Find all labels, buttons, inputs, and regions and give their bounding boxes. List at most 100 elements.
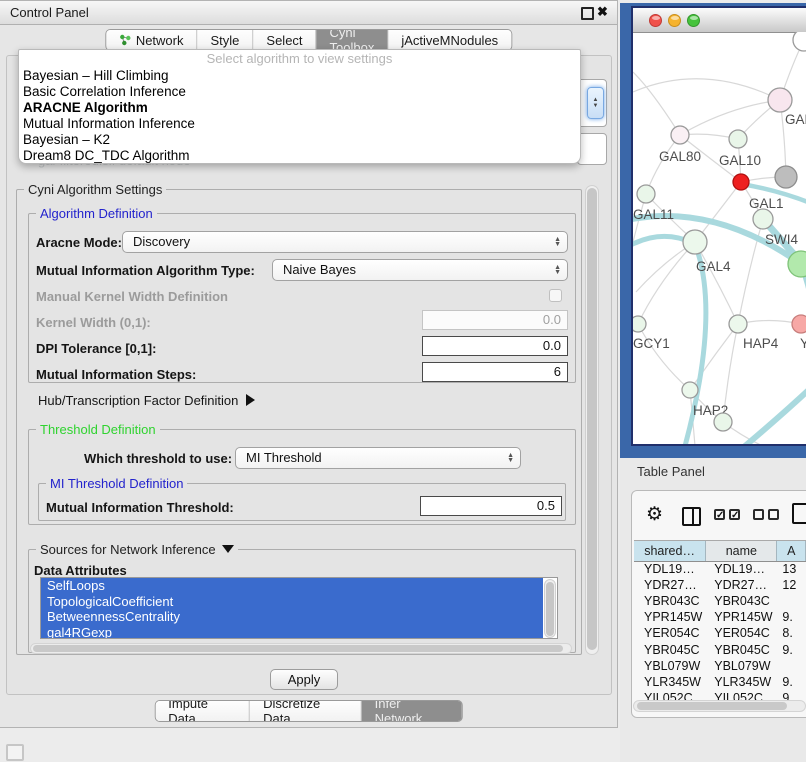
network-edge[interactable]	[633, 79, 780, 100]
network-node-hap4[interactable]	[729, 315, 747, 333]
hub-definition-expander[interactable]: Hub/Transcription Factor Definition	[38, 393, 255, 408]
dpi-tolerance-field[interactable]: 0.0	[422, 336, 568, 356]
table-cell: YBL079W	[634, 659, 706, 673]
settings-scrollpane: Cyni Algorithm Settings Algorithm Defini…	[14, 179, 584, 657]
column-header-name[interactable]: name	[706, 541, 777, 561]
zoom-traffic-light-icon[interactable]	[687, 14, 700, 27]
network-node[interactable]	[714, 413, 732, 431]
network-edge[interactable]	[695, 242, 738, 324]
checked-checkbox-icon[interactable]: ✓	[714, 509, 725, 520]
network-view-window: GAL7GAL80GAL10GAL1GAL11SWI4GAL4GCY1HAP4Y…	[631, 6, 806, 446]
table-row[interactable]: YIL052CYIL052C9	[634, 690, 806, 700]
network-window-titlebar[interactable]	[633, 8, 806, 33]
tab-select[interactable]: Select	[253, 30, 316, 50]
network-edge[interactable]	[646, 135, 680, 194]
network-edge[interactable]	[638, 324, 690, 390]
network-node-gal4[interactable]	[683, 230, 707, 254]
algorithm-select-popup: Select algorithm to view settings Bayesi…	[18, 49, 581, 164]
tab-impute-data[interactable]: Impute Data	[155, 701, 250, 721]
network-graph[interactable]: GAL7GAL80GAL10GAL1GAL11SWI4GAL4GCY1HAP4Y…	[633, 32, 806, 444]
minimize-traffic-light-icon[interactable]	[668, 14, 681, 27]
network-node[interactable]	[775, 166, 797, 188]
network-node-y[interactable]	[792, 315, 806, 333]
algorithm-option[interactable]: Dream8 DC_TDC Algorithm	[19, 148, 580, 164]
table-cell: 9	[777, 691, 806, 700]
inference-algorithm-combo-fragment[interactable]: ▲▼	[577, 79, 607, 127]
data-attribute-item[interactable]: BetweennessCentrality	[41, 609, 543, 625]
column-header-partial[interactable]: A	[777, 541, 806, 561]
table-horizontal-scrollbar[interactable]	[633, 700, 806, 712]
table-cell: YPR145W	[634, 610, 706, 624]
network-node-gal1[interactable]	[733, 174, 749, 190]
table-cell: YBR045C	[706, 643, 777, 657]
table-row[interactable]: YDL19…YDL19…13	[634, 561, 806, 577]
network-node-gal11[interactable]	[637, 185, 655, 203]
gear-icon[interactable]: ⚙	[646, 503, 663, 526]
unchecked-checkbox-icon[interactable]	[768, 509, 779, 520]
mi-steps-field[interactable]: 6	[422, 362, 568, 382]
algorithm-option[interactable]: Basic Correlation Inference	[19, 84, 580, 100]
algorithm-option[interactable]: Bayesian – Hill Climbing	[19, 68, 580, 84]
network-node-gal7[interactable]	[768, 88, 792, 112]
tab-infer-network-label: Infer Network	[375, 700, 449, 722]
document-icon[interactable]	[792, 503, 806, 524]
network-node-gal80[interactable]	[671, 126, 689, 144]
algorithm-option[interactable]: Bayesian – K2	[19, 132, 580, 148]
float-window-icon[interactable]	[581, 7, 594, 20]
table-row[interactable]: YBR045CYBR045C9.	[634, 641, 806, 657]
kernel-width-field[interactable]: 0.0	[422, 310, 568, 330]
tab-network[interactable]: Network	[106, 30, 198, 50]
tab-infer-network[interactable]: Infer Network	[362, 701, 462, 721]
tab-cyni-toolbox[interactable]: Cyni Toolbox	[317, 30, 389, 50]
mi-type-combo[interactable]: Naive Bayes ▲▼	[272, 259, 568, 281]
data-attribute-item[interactable]: TopologicalCoefficient	[41, 594, 543, 610]
spinner-icon[interactable]: ▲▼	[587, 87, 604, 119]
network-node-hap2[interactable]	[682, 382, 698, 398]
mi-threshold-field[interactable]: 0.5	[420, 496, 562, 516]
hub-definition-label: Hub/Transcription Factor Definition	[38, 393, 238, 408]
apply-button[interactable]: Apply	[270, 669, 338, 690]
table-row[interactable]: YPR145WYPR145W9.	[634, 609, 806, 625]
close-traffic-light-icon[interactable]	[649, 14, 662, 27]
network-node-gal10[interactable]	[729, 130, 747, 148]
sources-group-title[interactable]: Sources for Network Inference	[36, 542, 238, 557]
network-node-label: GAL1	[749, 196, 784, 211]
table-row[interactable]: YLR345WYLR345W9.	[634, 674, 806, 690]
table-row[interactable]: YDR27…YDR27…12	[634, 577, 806, 593]
aracne-mode-value: Discovery	[133, 234, 190, 249]
which-threshold-combo[interactable]: MI Threshold ▲▼	[235, 447, 521, 469]
network-canvas[interactable]: GAL7GAL80GAL10GAL1GAL11SWI4GAL4GCY1HAP4Y…	[633, 32, 806, 444]
network-node[interactable]	[793, 32, 806, 51]
network-edge-highlighted[interactable]	[745, 384, 806, 444]
table-row[interactable]: YER054CYER054C8.	[634, 625, 806, 641]
list-vertical-scrollbar[interactable]	[544, 579, 556, 638]
column-header-shared-name[interactable]: shared…	[634, 541, 706, 561]
data-attributes-items: SelfLoopsTopologicalCoefficientBetweenne…	[41, 578, 557, 639]
algorithm-option[interactable]: ARACNE Algorithm	[19, 100, 580, 116]
manual-kernel-checkbox[interactable]	[549, 289, 562, 302]
list-horizontal-scrollbar[interactable]	[30, 643, 572, 654]
data-attribute-item[interactable]: gal4RGexp	[41, 625, 543, 640]
panel-dock-icon[interactable]	[6, 744, 24, 761]
close-icon[interactable]: ✖	[597, 4, 608, 20]
tab-discretize-data[interactable]: Discretize Data	[250, 701, 361, 721]
tab-jactivemnodules[interactable]: jActiveMNodules	[388, 30, 511, 50]
network-combo-fragment[interactable]	[577, 133, 607, 165]
unchecked-checkbox-icon[interactable]	[753, 509, 764, 520]
network-node-gcy1[interactable]	[633, 316, 646, 332]
table-row[interactable]: YBR043CYBR043C	[634, 593, 806, 609]
network-edge[interactable]	[638, 242, 695, 324]
control-panel-title: Control Panel	[10, 1, 89, 24]
network-node-swi4[interactable]	[753, 209, 773, 229]
table-row[interactable]: YBL079WYBL079W	[634, 658, 806, 674]
split-columns-icon[interactable]	[682, 507, 701, 526]
network-edge[interactable]	[633, 72, 680, 135]
data-attribute-item[interactable]: SelfLoops	[41, 578, 543, 594]
network-edge[interactable]	[680, 100, 780, 135]
aracne-mode-combo[interactable]: Discovery ▲▼	[122, 231, 568, 253]
settings-vertical-scrollbar[interactable]	[585, 185, 599, 655]
checked-checkbox-icon[interactable]: ✓	[729, 509, 740, 520]
algorithm-option[interactable]: Mutual Information Inference	[19, 116, 580, 132]
control-panel-titlebar[interactable]: Control Panel ✖	[0, 1, 617, 25]
tab-style[interactable]: Style	[198, 30, 254, 50]
